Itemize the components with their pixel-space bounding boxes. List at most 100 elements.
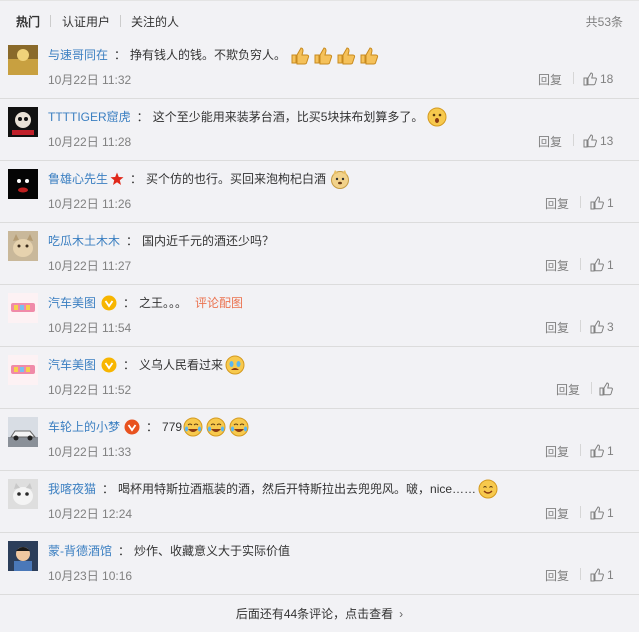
comment-text: 国内近千元的酒还少吗？ [142,234,275,248]
user-name[interactable]: 汽车美图 [48,293,96,313]
like-icon [590,320,604,334]
laughing-tears-icon [183,417,249,437]
avatar[interactable] [8,45,38,75]
comment-text: 喝杯用特斯拉酒瓶装的酒，然后开特斯拉出去兜兜风。啵，nice…… [118,482,477,496]
comment-item: 我喀夜猫 ： 喝杯用特斯拉酒瓶装的酒，然后开特斯拉出去兜兜风。啵，nice…… … [0,471,639,533]
chevron-right-icon: › [399,607,404,621]
like-icon [583,134,597,148]
like-icon [590,196,604,210]
comment-time: 10月23日 10:16 [48,569,133,583]
crying-face-icon [225,355,245,375]
tab-following[interactable]: 关注的人 [131,13,179,30]
reply-button[interactable]: 回复 [545,567,569,584]
user-name[interactable]: 我喀夜猫 [48,479,96,499]
like-button[interactable]: 1 [590,567,614,583]
comment-time: 10月22日 12:24 [48,507,133,521]
user-name[interactable]: 汽车美图 [48,355,96,375]
reply-button[interactable]: 回复 [545,319,569,336]
comment-text: 挣有钱人的钱。不欺负穷人。 [130,48,287,62]
like-icon [583,72,597,86]
user-name[interactable]: 蒙-背德酒馆 [48,541,112,561]
comment-panel: 热门 认证用户 关注的人 共53条 与速哥同在 ： 挣有钱人的钱。不欺负穷人。 [0,0,639,632]
like-icon [590,444,604,458]
comment-item: 与速哥同在 ： 挣有钱人的钱。不欺负穷人。 10月22日 11:32 回复 18 [0,37,639,99]
reply-button[interactable]: 回复 [545,443,569,460]
like-count: 1 [607,196,614,210]
user-name[interactable]: 车轮上的小梦 [48,417,120,437]
comment-text: 炒作、收藏意义大于实际价值 [134,544,291,558]
reply-button[interactable]: 回复 [538,71,562,88]
like-button[interactable]: 1 [590,257,614,273]
like-count: 13 [600,134,614,148]
user-name[interactable]: 吃瓜木土木木 [48,231,120,251]
tab-verified-users[interactable]: 认证用户 [62,13,110,30]
doge-face-icon [330,169,350,189]
like-icon [590,568,604,582]
comment-item: 蒙-背德酒馆 ： 炒作、收藏意义大于实际价值 10月23日 10:16 回复 1 [0,533,639,595]
thinking-face-icon [427,107,447,127]
reply-button[interactable]: 回复 [545,505,569,522]
like-count: 3 [607,320,614,334]
verified-badge-icon [124,419,140,435]
like-button[interactable]: 1 [590,505,614,521]
like-button[interactable]: 1 [590,443,614,459]
like-button[interactable]: 13 [583,133,613,149]
user-name[interactable]: 鲁雄心先生 [48,169,108,189]
like-count: 18 [600,72,614,86]
comment-tabs: 热门 认证用户 关注的人 共53条 [0,1,639,37]
user-name[interactable]: 与速哥同在 [48,45,108,65]
avatar[interactable] [8,355,38,385]
like-icon [599,382,613,396]
like-button[interactable]: 18 [583,71,613,87]
load-more-label: 后面还有44条评论，点击查看 [235,607,394,621]
avatar[interactable] [8,231,38,261]
reply-button[interactable]: 回复 [556,381,580,398]
avatar[interactable] [8,107,38,137]
like-icon [590,258,604,272]
verified-badge-icon [101,295,117,311]
comment-text: 这个至少能用来装茅台酒，比买5块抹布划算多了。 [152,110,424,124]
comment-item: 汽车美图 ： 之王。。。 评论配图 10月22日 11:54 回复 3 [0,285,639,347]
comment-time: 10月22日 11:32 [48,73,132,87]
like-count: 1 [607,568,614,582]
total-comment-count: 共53条 [585,15,623,29]
avatar[interactable] [8,541,38,571]
comment-item: 鲁雄心先生 ： 买个仿的也行。买回来泡枸杞白酒 10月22日 11:26 回复 … [0,161,639,223]
comment-item: 车轮上的小梦 ： 779 10月22日 11:33 回复 1 [0,409,639,471]
comment-item: TTTTIGER窟虎 ： 这个至少能用来装茅台酒，比买5块抹布划算多了。 10月… [0,99,639,161]
load-more-comments[interactable]: 后面还有44条评论，点击查看 › [0,599,639,631]
comment-time: 10月22日 11:26 [48,197,132,211]
like-button[interactable]: 1 [590,195,614,211]
avatar[interactable] [8,169,38,199]
comment-time: 10月22日 11:28 [48,135,132,149]
like-count: 1 [607,258,614,272]
avatar[interactable] [8,293,38,323]
user-name[interactable]: TTTTIGER窟虎 [48,107,131,127]
comment-text: 义乌人民看过来 [139,358,224,372]
reply-button[interactable]: 回复 [545,195,569,212]
verified-badge-icon [101,357,117,373]
like-button[interactable]: 3 [590,319,614,335]
tab-divider [50,15,51,27]
avatar[interactable] [8,417,38,447]
tab-divider [120,15,121,27]
comment-time: 10月22日 11:54 [48,321,132,335]
comment-time: 10月22日 11:52 [48,383,132,397]
comment-text: 买个仿的也行。买回来泡枸杞白酒 [146,172,327,186]
like-count: 1 [607,444,614,458]
reply-button[interactable]: 回复 [538,133,562,150]
reply-button[interactable]: 回复 [545,257,569,274]
comment-text: 779 [162,420,183,434]
thumbs-up-icon [290,45,382,65]
star-badge-icon [110,172,124,186]
tab-hot[interactable]: 热门 [16,13,40,30]
like-button[interactable] [599,381,616,397]
avatar[interactable] [8,479,38,509]
comment-image-link[interactable]: 评论配图 [195,293,243,313]
comment-text: 之王。。。 [139,296,188,310]
comment-time: 10月22日 11:27 [48,259,132,273]
like-count: 1 [607,506,614,520]
comment-item: 吃瓜木土木木 ： 国内近千元的酒还少吗？ 10月22日 11:27 回复 1 [0,223,639,285]
comment-time: 10月22日 11:33 [48,445,132,459]
like-icon [590,506,604,520]
